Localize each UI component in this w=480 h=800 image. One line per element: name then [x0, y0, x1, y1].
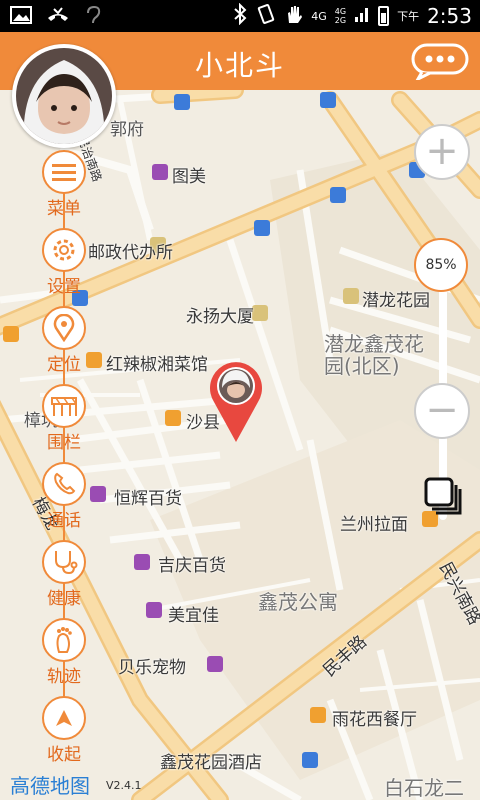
vibrate-icon: [255, 3, 277, 29]
battery-icon: [378, 6, 390, 26]
hearing-icon: [84, 5, 102, 29]
map-label: 永扬大厦: [186, 307, 254, 327]
bus-stop-icon[interactable]: [174, 94, 190, 110]
fence-button[interactable]: 围栏: [42, 384, 86, 464]
map-label: 贝乐宠物: [118, 658, 186, 678]
menu-button[interactable]: 菜单: [42, 150, 86, 230]
call-button[interactable]: 通话: [42, 462, 86, 542]
chat-bubble-icon: [411, 43, 469, 83]
version-label: V2.4.1: [106, 779, 142, 792]
map-label: 吉庆百货: [158, 556, 226, 576]
locate-label: 定位: [47, 355, 81, 375]
amap-logo: 高德地图: [10, 774, 90, 798]
missed-call-icon: [46, 6, 70, 28]
map-label: 图美: [172, 167, 206, 187]
message-button[interactable]: [410, 42, 470, 83]
bluetooth-icon: [233, 2, 247, 29]
location-icon: [42, 306, 86, 350]
fence-label: 围栏: [47, 433, 81, 453]
map-label: 美宜佳: [168, 606, 219, 626]
network-label-2: 4G: [334, 7, 347, 16]
collapse-button[interactable]: 收起: [42, 696, 86, 776]
collapse-icon: [42, 696, 86, 740]
footprint-icon: [42, 618, 86, 662]
status-bar: 4G 4G 2G 下午 2:53: [0, 0, 480, 32]
phone-icon: [42, 462, 86, 506]
map-label: 潜龙花园: [362, 291, 430, 311]
hotel-icon[interactable]: [302, 752, 318, 768]
shop-icon[interactable]: [90, 486, 106, 502]
map-label: 郭府: [110, 120, 144, 140]
settings-button[interactable]: 设置: [42, 228, 86, 308]
pet-shop-icon[interactable]: [207, 656, 223, 672]
bus-stop-icon[interactable]: [330, 187, 346, 203]
ampm-label: 下午: [397, 10, 420, 23]
locate-button[interactable]: 定位: [42, 306, 86, 386]
map-label: 白石龙二: [384, 776, 464, 800]
map-label: 邮政代办所: [88, 243, 173, 263]
network-label: 4G: [311, 9, 327, 23]
track-label: 轨迹: [47, 667, 81, 687]
collapse-label: 收起: [47, 745, 81, 765]
restaurant-icon[interactable]: [310, 707, 326, 723]
zoom-level-indicator[interactable]: 85%: [414, 238, 468, 292]
health-label: 健康: [47, 589, 81, 609]
network-label-3: 2G: [334, 16, 347, 25]
map-label: 鑫茂公寓: [258, 590, 338, 614]
settings-label: 设置: [47, 277, 81, 297]
shop-icon[interactable]: [146, 602, 162, 618]
bus-stop-icon[interactable]: [254, 220, 270, 236]
map-layers-button[interactable]: [422, 475, 464, 517]
restaurant-icon[interactable]: [165, 410, 181, 426]
menu-icon: [42, 150, 86, 194]
avatar-photo: [16, 48, 112, 144]
track-button[interactable]: 轨迹: [42, 618, 86, 698]
map-label: 兰州拉面: [340, 515, 408, 535]
restaurant-icon[interactable]: [3, 326, 19, 342]
map-label: 雨花西餐厅: [332, 710, 417, 730]
child-location-pin[interactable]: [208, 358, 264, 444]
menu-label: 菜单: [47, 199, 81, 219]
health-button[interactable]: 健康: [42, 540, 86, 620]
call-label: 通话: [47, 511, 81, 531]
gear-icon: [42, 228, 86, 272]
hand-icon: [285, 3, 303, 29]
fence-icon: [42, 384, 86, 428]
zoom-out-button[interactable]: −: [414, 383, 470, 439]
clock: 2:53: [427, 4, 472, 28]
gallery-icon: [10, 6, 32, 28]
map-label: 红辣椒湘菜馆: [106, 355, 208, 375]
building-icon[interactable]: [252, 305, 268, 321]
map-label: 恒辉百货: [114, 489, 182, 509]
signal-bars-icon: [354, 5, 370, 27]
stethoscope-icon: [42, 540, 86, 584]
shop-icon[interactable]: [134, 554, 150, 570]
signal-icon: 4G 2G: [335, 7, 346, 25]
layers-icon: [424, 477, 462, 515]
location-pin-icon: [210, 362, 262, 442]
map-label: 鑫茂花园酒店: [160, 753, 262, 773]
zoom-in-button[interactable]: +: [414, 124, 470, 180]
building-icon[interactable]: [343, 288, 359, 304]
map-label: 园(北区): [324, 354, 400, 378]
bus-stop-icon[interactable]: [320, 92, 336, 108]
child-avatar[interactable]: [12, 44, 116, 148]
shop-icon[interactable]: [152, 164, 168, 180]
